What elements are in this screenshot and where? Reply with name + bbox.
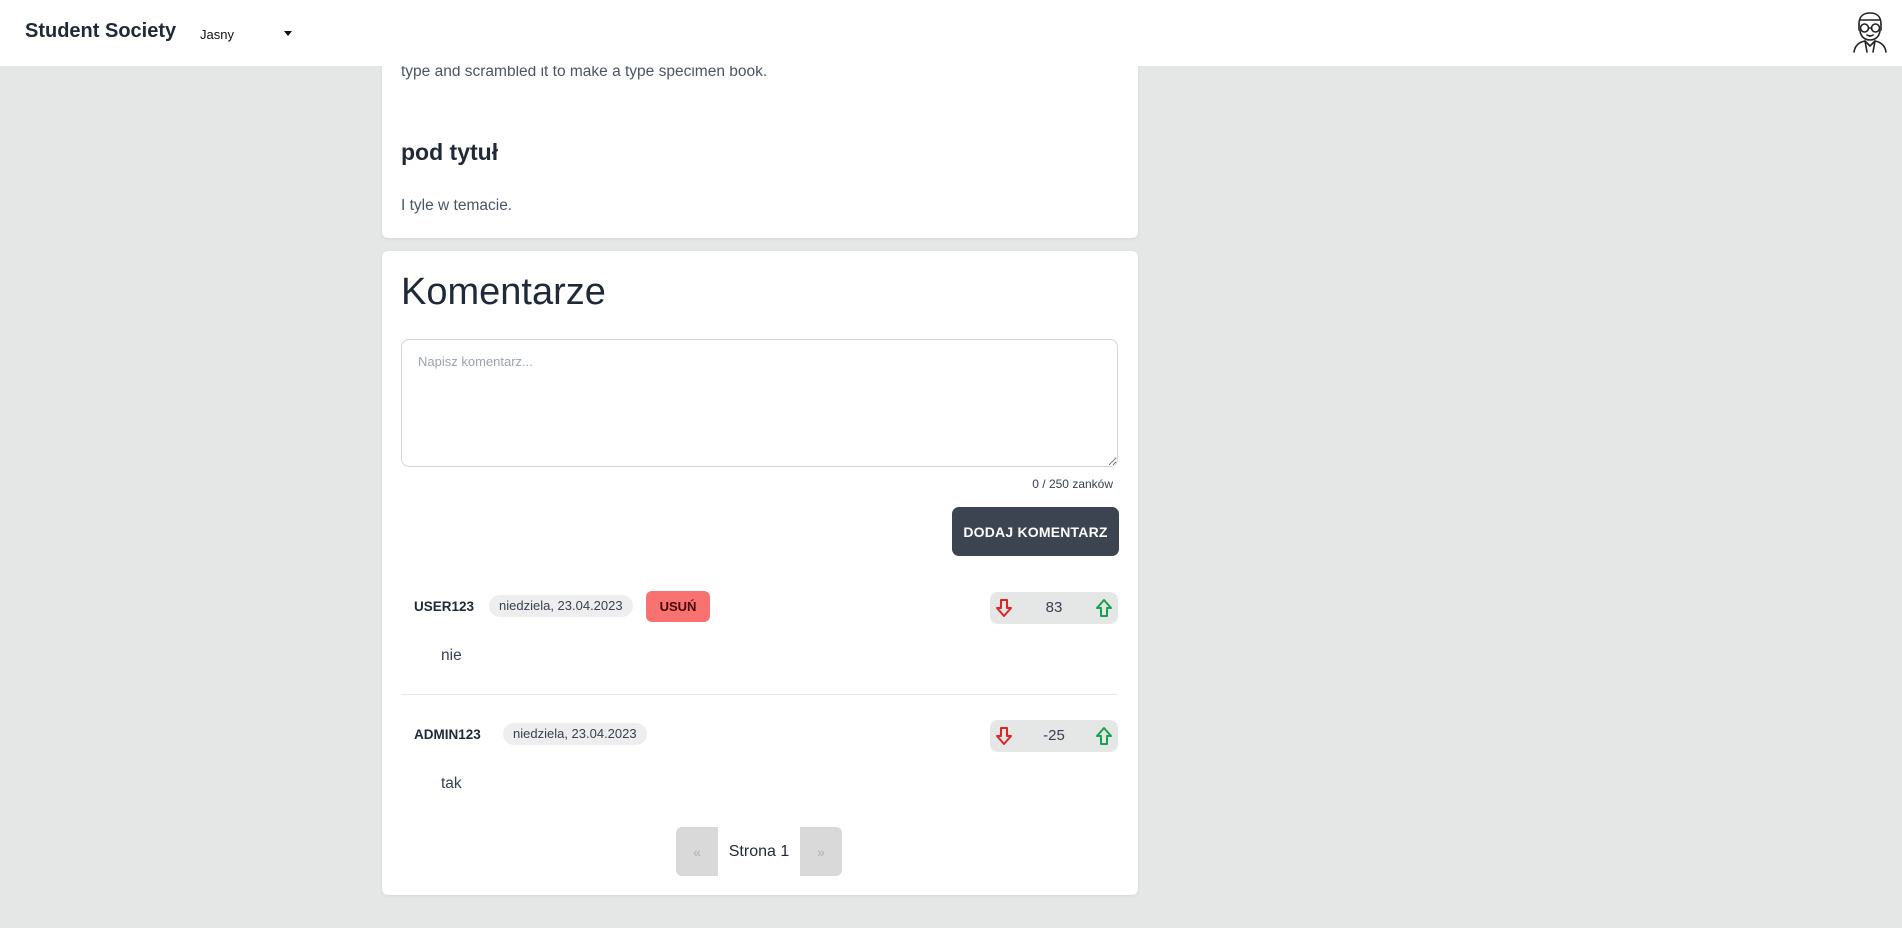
next-page-button[interactable]: » [800,827,842,876]
vote-score: -25 [1043,727,1065,744]
comments-title: Komentarze [401,271,606,313]
vote-box: -25 [990,720,1118,752]
char-counter: 0 / 250 zanków [1032,477,1113,491]
comments-card: Komentarze 0 / 250 zanków DODAJ KOMENTAR… [382,251,1138,895]
nerd-avatar-icon[interactable] [1850,10,1890,54]
comment-item: ADMIN123 niedziela, 23.04.2023 -25 tak [401,709,1118,829]
brand-title[interactable]: Student Society [25,20,176,43]
comment-author[interactable]: USER123 [414,599,474,614]
comment-input[interactable] [401,339,1118,467]
comment-date-badge: niedziela, 23.04.2023 [503,723,647,745]
downvote-arrow-icon[interactable] [995,726,1013,746]
comment-text: tak [441,775,462,792]
navbar: Student Society Jasny [0,0,1902,66]
prev-page-button[interactable]: « [676,827,718,876]
vote-score: 83 [1045,599,1063,616]
downvote-arrow-icon[interactable] [995,598,1013,618]
comment-text: nie [441,647,462,664]
article-closing-text: I tyle w temacie. [401,197,513,214]
delete-comment-button[interactable]: USUŃ [646,591,710,622]
upvote-arrow-icon[interactable] [1095,726,1113,746]
comment-author[interactable]: ADMIN123 [414,727,481,742]
theme-select[interactable]: Jasny [200,22,300,46]
theme-select-value: Jasny [200,26,234,42]
vote-box: 83 [990,592,1118,624]
upvote-arrow-icon[interactable] [1095,598,1113,618]
add-comment-button[interactable]: DODAJ KOMENTARZ [952,507,1119,556]
comment-date-badge: niedziela, 23.04.2023 [489,595,633,617]
current-page-label: Strona 1 [718,827,800,876]
article-subtitle: pod tytuł [401,139,499,165]
pagination: « Strona 1 » [676,827,842,876]
caret-down-icon [284,31,292,36]
comment-item: USER123 niedziela, 23.04.2023 USUŃ 83 ni… [401,581,1118,695]
